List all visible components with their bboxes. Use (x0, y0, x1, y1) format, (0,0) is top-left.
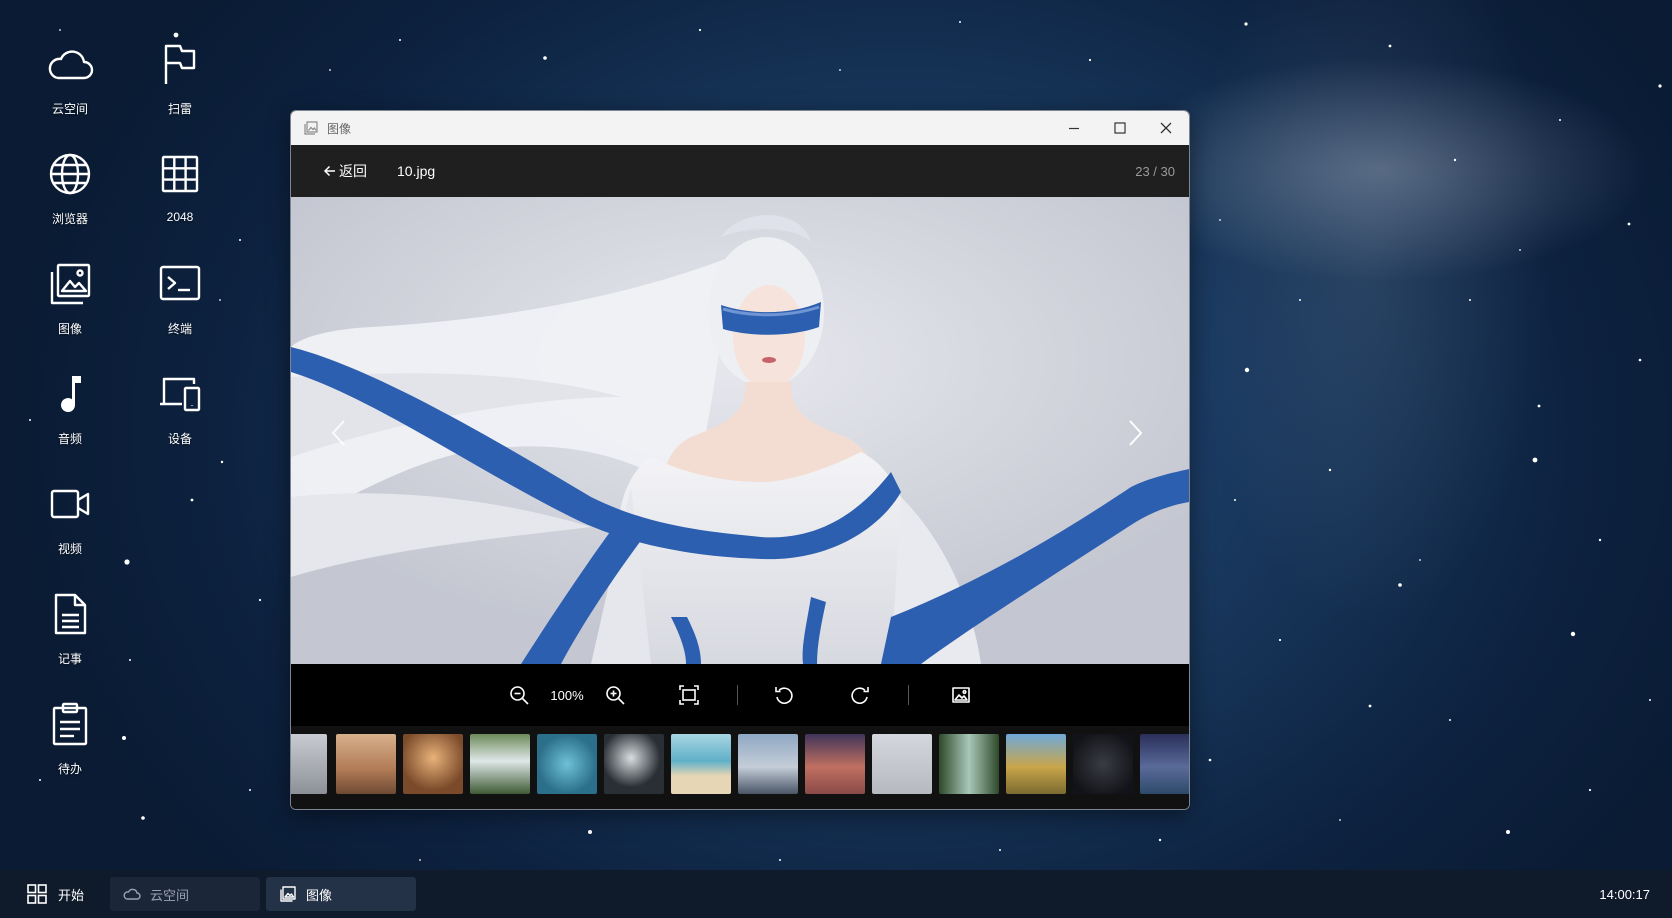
document-icon (54, 593, 87, 635)
desktop-icon-label: 浏览器 (51, 212, 88, 226)
terminal-icon (159, 265, 201, 301)
start-button[interactable]: 开始 (26, 883, 110, 905)
task-item-cloud[interactable]: 云空间 (110, 877, 260, 911)
desktop-icon-label: 设备 (167, 432, 192, 446)
set-wallpaper-button[interactable] (943, 677, 979, 713)
desktop-icon-terminal[interactable]: 终端 (135, 250, 225, 340)
rotate-right-button[interactable] (842, 677, 878, 713)
thumbnail-strip[interactable] (291, 726, 1189, 809)
thumbnail[interactable] (336, 734, 396, 794)
flag-icon (164, 44, 196, 84)
desktop-icon-label: 图像 (57, 322, 82, 336)
prev-image-button[interactable] (327, 415, 351, 451)
thumbnail[interactable] (403, 734, 463, 794)
cloud-icon (48, 50, 94, 80)
desktop-icon-notes[interactable]: 记事 (25, 580, 115, 670)
viewer-header: 返回 10.jpg 23 / 30 (291, 145, 1189, 197)
zoom-level: 100% (550, 687, 584, 703)
desktop-icon-label: 视频 (57, 542, 82, 556)
music-note-icon (61, 376, 81, 413)
fit-screen-icon (679, 685, 699, 705)
thumbnail[interactable] (537, 734, 597, 794)
taskbar: 开始 云空间 图像 14:00:17 (0, 870, 1672, 918)
image-icon (952, 687, 970, 703)
maximize-button[interactable] (1097, 111, 1143, 145)
globe-icon (49, 153, 91, 195)
desktop-icon-minesweeper[interactable]: 扫雷 (135, 30, 225, 120)
task-item-label: 图像 (306, 887, 333, 903)
thumbnail[interactable] (939, 734, 999, 794)
zoom-in-icon (606, 686, 625, 705)
cloud-icon (123, 888, 141, 900)
window-title: 图像 (327, 121, 352, 136)
desktop-icon-browser[interactable]: 浏览器 (25, 140, 115, 230)
rotate-right-icon (851, 687, 869, 704)
minimize-button[interactable] (1051, 111, 1097, 145)
clipboard-icon (52, 702, 88, 746)
desktop-icon-label: 终端 (167, 322, 192, 336)
window-titlebar[interactable]: 图像 (291, 111, 1189, 145)
back-label: 返回 (339, 163, 367, 179)
clock: 14:00:17 (1599, 886, 1650, 902)
image-stage (291, 197, 1189, 664)
desktop-icon-label: 扫雷 (167, 102, 192, 116)
zoom-out-icon (510, 686, 529, 705)
desktop-icon-audio[interactable]: 音频 (25, 360, 115, 450)
displayed-image (291, 197, 1189, 664)
maximize-icon (1114, 122, 1126, 134)
thumbnail[interactable] (738, 734, 798, 794)
viewer-toolbar: 100% (291, 664, 1189, 726)
thumbnail[interactable] (291, 734, 327, 794)
toolbar-divider (737, 685, 738, 705)
thumbnail[interactable] (805, 734, 865, 794)
thumbnail[interactable] (671, 734, 731, 794)
next-image-button[interactable] (1123, 415, 1147, 451)
desktop-icon-label: 记事 (57, 652, 82, 666)
close-button[interactable] (1143, 111, 1189, 145)
image-counter: 23 / 30 (1135, 163, 1175, 179)
thumbnail-scrollbar[interactable] (291, 804, 1189, 809)
start-label: 开始 (58, 887, 85, 903)
arrow-left-icon (323, 165, 335, 177)
gallery-icon (50, 263, 91, 305)
desktop-icon-devices[interactable]: 设备 (135, 360, 225, 450)
desktop-icon-images[interactable]: 图像 (25, 250, 115, 340)
devices-icon (160, 377, 201, 412)
chevron-left-icon (331, 420, 345, 446)
desktop-icon-video[interactable]: 视频 (25, 470, 115, 560)
start-grid-icon (27, 884, 47, 904)
desktop-icon-2048[interactable]: 2048 (135, 140, 225, 230)
task-item-label: 云空间 (150, 887, 190, 903)
fit-screen-button[interactable] (671, 677, 707, 713)
desktop-icon-label: 2048 (166, 210, 194, 224)
rotate-left-icon (775, 687, 793, 704)
desktop-icon-label: 待办 (57, 762, 82, 776)
zoom-out-button[interactable] (501, 677, 537, 713)
video-camera-icon (50, 489, 90, 519)
file-name: 10.jpg (397, 163, 436, 179)
thumbnail[interactable] (1006, 734, 1066, 794)
rotate-left-button[interactable] (766, 677, 802, 713)
desktop-icon-cloud[interactable]: 云空间 (25, 30, 115, 120)
grid-icon (161, 155, 199, 193)
minimize-icon (1069, 127, 1079, 130)
desktop-icon-todo[interactable]: 待办 (25, 690, 115, 780)
thumbnail[interactable] (872, 734, 932, 794)
image-viewer-window: 图像 返回 10.jpg 23 / 30 100% (290, 110, 1190, 810)
toolbar-divider (908, 685, 909, 705)
chevron-right-icon (1129, 420, 1143, 446)
thumbnail[interactable] (470, 734, 530, 794)
gallery-icon (304, 121, 318, 135)
desktop-icon-label: 云空间 (51, 102, 88, 116)
close-icon (1160, 122, 1172, 134)
thumbnail[interactable] (1073, 734, 1133, 794)
thumbnail[interactable] (1140, 734, 1189, 794)
task-item-images[interactable]: 图像 (266, 877, 416, 911)
desktop-icon-label: 音频 (57, 432, 82, 446)
back-button[interactable]: 返回 (323, 161, 367, 181)
zoom-in-button[interactable] (597, 677, 633, 713)
gallery-icon (280, 886, 296, 902)
thumbnail[interactable] (604, 734, 664, 794)
